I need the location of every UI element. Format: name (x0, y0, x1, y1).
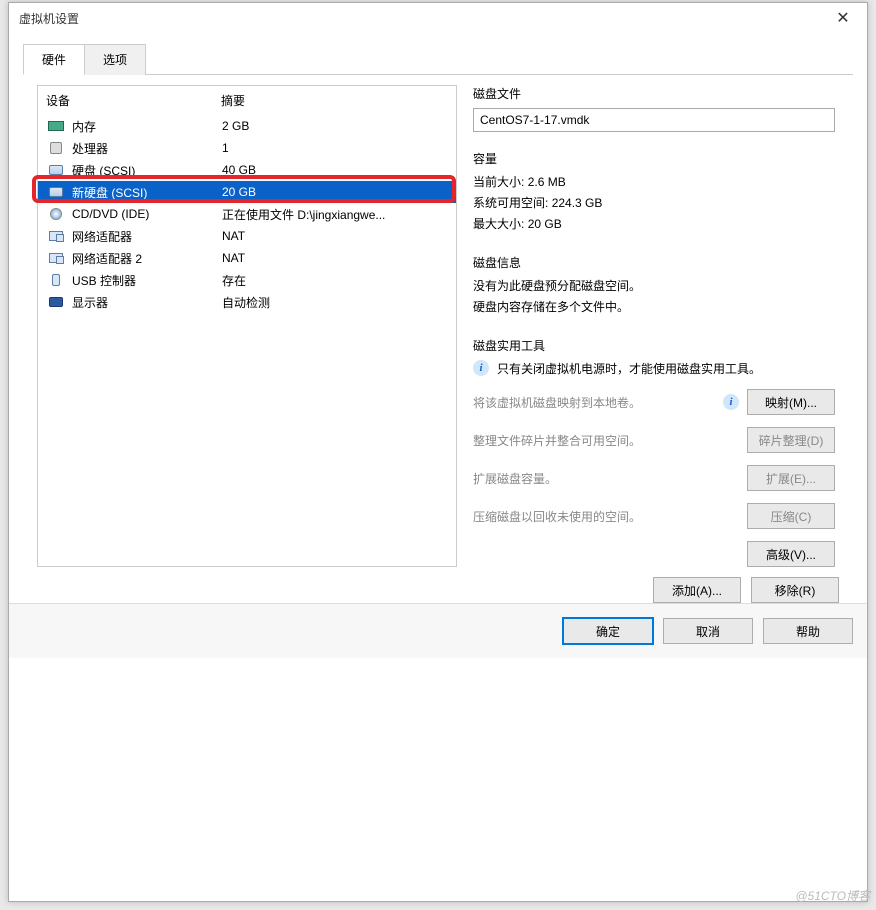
device-summary: 20 GB (222, 185, 448, 199)
cancel-button[interactable]: 取消 (663, 618, 753, 644)
device-summary: 自动检测 (222, 294, 448, 311)
remove-device-button[interactable]: 移除(R) (751, 577, 839, 603)
map-button[interactable]: 映射(M)... (747, 389, 835, 415)
tool-compact-desc: 压缩磁盘以回收未使用的空间。 (473, 508, 739, 525)
capacity-label: 容量 (473, 150, 835, 167)
capacity-max: 最大大小: 20 GB (473, 215, 835, 232)
vm-settings-dialog: 虚拟机设置 ✕ 硬件 选项 设备 摘要 内存2 GB处理器1硬盘 (SCSI)4… (8, 2, 868, 902)
close-icon[interactable]: ✕ (823, 4, 863, 32)
header-device: 设备 (46, 92, 221, 109)
device-row-net2[interactable]: 网络适配器 2NAT (38, 247, 456, 269)
device-row-memory[interactable]: 内存2 GB (38, 115, 456, 137)
device-name: USB 控制器 (72, 272, 222, 289)
device-name: 内存 (72, 118, 222, 135)
device-row-cpu[interactable]: 处理器1 (38, 137, 456, 159)
ok-button[interactable]: 确定 (563, 618, 653, 644)
device-row-cddvd[interactable]: CD/DVD (IDE)正在使用文件 D:\jingxiangwe... (38, 203, 456, 225)
device-name: 网络适配器 2 (72, 250, 222, 267)
tab-hardware[interactable]: 硬件 (23, 44, 85, 75)
device-list[interactable]: 内存2 GB处理器1硬盘 (SCSI)40 GB新硬盘 (SCSI)20 GBC… (38, 115, 456, 566)
add-device-button[interactable]: 添加(A)... (653, 577, 741, 603)
disk-file-group: 磁盘文件 (473, 85, 835, 132)
disk2-icon (46, 184, 66, 200)
advanced-row: 高级(V)... (473, 541, 835, 567)
device-summary: 存在 (222, 272, 448, 289)
device-row-disk1[interactable]: 硬盘 (SCSI)40 GB (38, 159, 456, 181)
tool-expand-row: 扩展磁盘容量。 扩展(E)... (473, 465, 835, 491)
disk-tools-note: i 只有关闭虚拟机电源时，才能使用磁盘实用工具。 (473, 360, 835, 377)
disk-file-label: 磁盘文件 (473, 85, 835, 102)
device-name: CD/DVD (IDE) (72, 207, 222, 221)
display-icon (46, 294, 66, 310)
capacity-group: 容量 当前大小: 2.6 MB 系统可用空间: 224.3 GB 最大大小: 2… (473, 150, 835, 236)
device-row-disk2[interactable]: 新硬盘 (SCSI)20 GB (38, 181, 456, 203)
info-icon: i (723, 394, 739, 410)
disk-tools-group: 磁盘实用工具 i 只有关闭虚拟机电源时，才能使用磁盘实用工具。 将该虚拟机磁盘映… (473, 337, 835, 567)
tool-map-desc: 将该虚拟机磁盘映射到本地卷。 (473, 394, 715, 411)
device-summary: NAT (222, 229, 448, 243)
tool-map-row: 将该虚拟机磁盘映射到本地卷。 i 映射(M)... (473, 389, 835, 415)
cddvd-icon (46, 206, 66, 222)
disk-info-group: 磁盘信息 没有为此硬盘预分配磁盘空间。 硬盘内容存储在多个文件中。 (473, 254, 835, 319)
tabs-area: 硬件 选项 设备 摘要 内存2 GB处理器1硬盘 (SCSI)40 GB新硬盘 … (9, 33, 867, 603)
disk-file-input[interactable] (473, 108, 835, 132)
usb-icon (46, 272, 66, 288)
defrag-button[interactable]: 碎片整理(D) (747, 427, 835, 453)
titlebar: 虚拟机设置 ✕ (9, 3, 867, 33)
info-icon: i (473, 360, 489, 376)
device-panel: 设备 摘要 内存2 GB处理器1硬盘 (SCSI)40 GB新硬盘 (SCSI)… (37, 85, 457, 567)
capacity-free: 系统可用空间: 224.3 GB (473, 194, 835, 211)
tab-content: 设备 摘要 内存2 GB处理器1硬盘 (SCSI)40 GB新硬盘 (SCSI)… (23, 75, 853, 573)
disk1-icon (46, 162, 66, 178)
compact-button[interactable]: 压缩(C) (747, 503, 835, 529)
details-panel: 磁盘文件 容量 当前大小: 2.6 MB 系统可用空间: 224.3 GB 最大… (469, 85, 839, 567)
tabs: 硬件 选项 (23, 43, 853, 75)
device-summary: 40 GB (222, 163, 448, 177)
device-header: 设备 摘要 (38, 86, 456, 115)
device-row-net1[interactable]: 网络适配器NAT (38, 225, 456, 247)
device-row-usb[interactable]: USB 控制器存在 (38, 269, 456, 291)
device-name: 硬盘 (SCSI) (72, 162, 222, 179)
window-title: 虚拟机设置 (19, 10, 823, 27)
device-summary: NAT (222, 251, 448, 265)
tab-options[interactable]: 选项 (84, 44, 146, 75)
device-name: 新硬盘 (SCSI) (72, 184, 222, 201)
expand-button[interactable]: 扩展(E)... (747, 465, 835, 491)
device-name: 显示器 (72, 294, 222, 311)
device-summary: 正在使用文件 D:\jingxiangwe... (222, 206, 448, 223)
bottom-bar: 确定 取消 帮助 (9, 603, 867, 658)
device-summary: 2 GB (222, 119, 448, 133)
disk-info-label: 磁盘信息 (473, 254, 835, 271)
tool-compact-row: 压缩磁盘以回收未使用的空间。 压缩(C) (473, 503, 835, 529)
net2-icon (46, 250, 66, 266)
disk-info-line1: 没有为此硬盘预分配磁盘空间。 (473, 277, 835, 294)
advanced-button[interactable]: 高级(V)... (747, 541, 835, 567)
tool-expand-desc: 扩展磁盘容量。 (473, 470, 739, 487)
device-buttons: 添加(A)... 移除(R) (23, 569, 853, 603)
header-summary: 摘要 (221, 92, 245, 109)
disk-tools-label: 磁盘实用工具 (473, 337, 835, 354)
cpu-icon (46, 140, 66, 156)
disk-info-line2: 硬盘内容存储在多个文件中。 (473, 298, 835, 315)
capacity-current: 当前大小: 2.6 MB (473, 173, 835, 190)
tool-defrag-row: 整理文件碎片并整合可用空间。 碎片整理(D) (473, 427, 835, 453)
tool-defrag-desc: 整理文件碎片并整合可用空间。 (473, 432, 739, 449)
net1-icon (46, 228, 66, 244)
help-button[interactable]: 帮助 (763, 618, 853, 644)
device-name: 网络适配器 (72, 228, 222, 245)
device-row-display[interactable]: 显示器自动检测 (38, 291, 456, 313)
memory-icon (46, 118, 66, 134)
device-summary: 1 (222, 141, 448, 155)
device-name: 处理器 (72, 140, 222, 157)
